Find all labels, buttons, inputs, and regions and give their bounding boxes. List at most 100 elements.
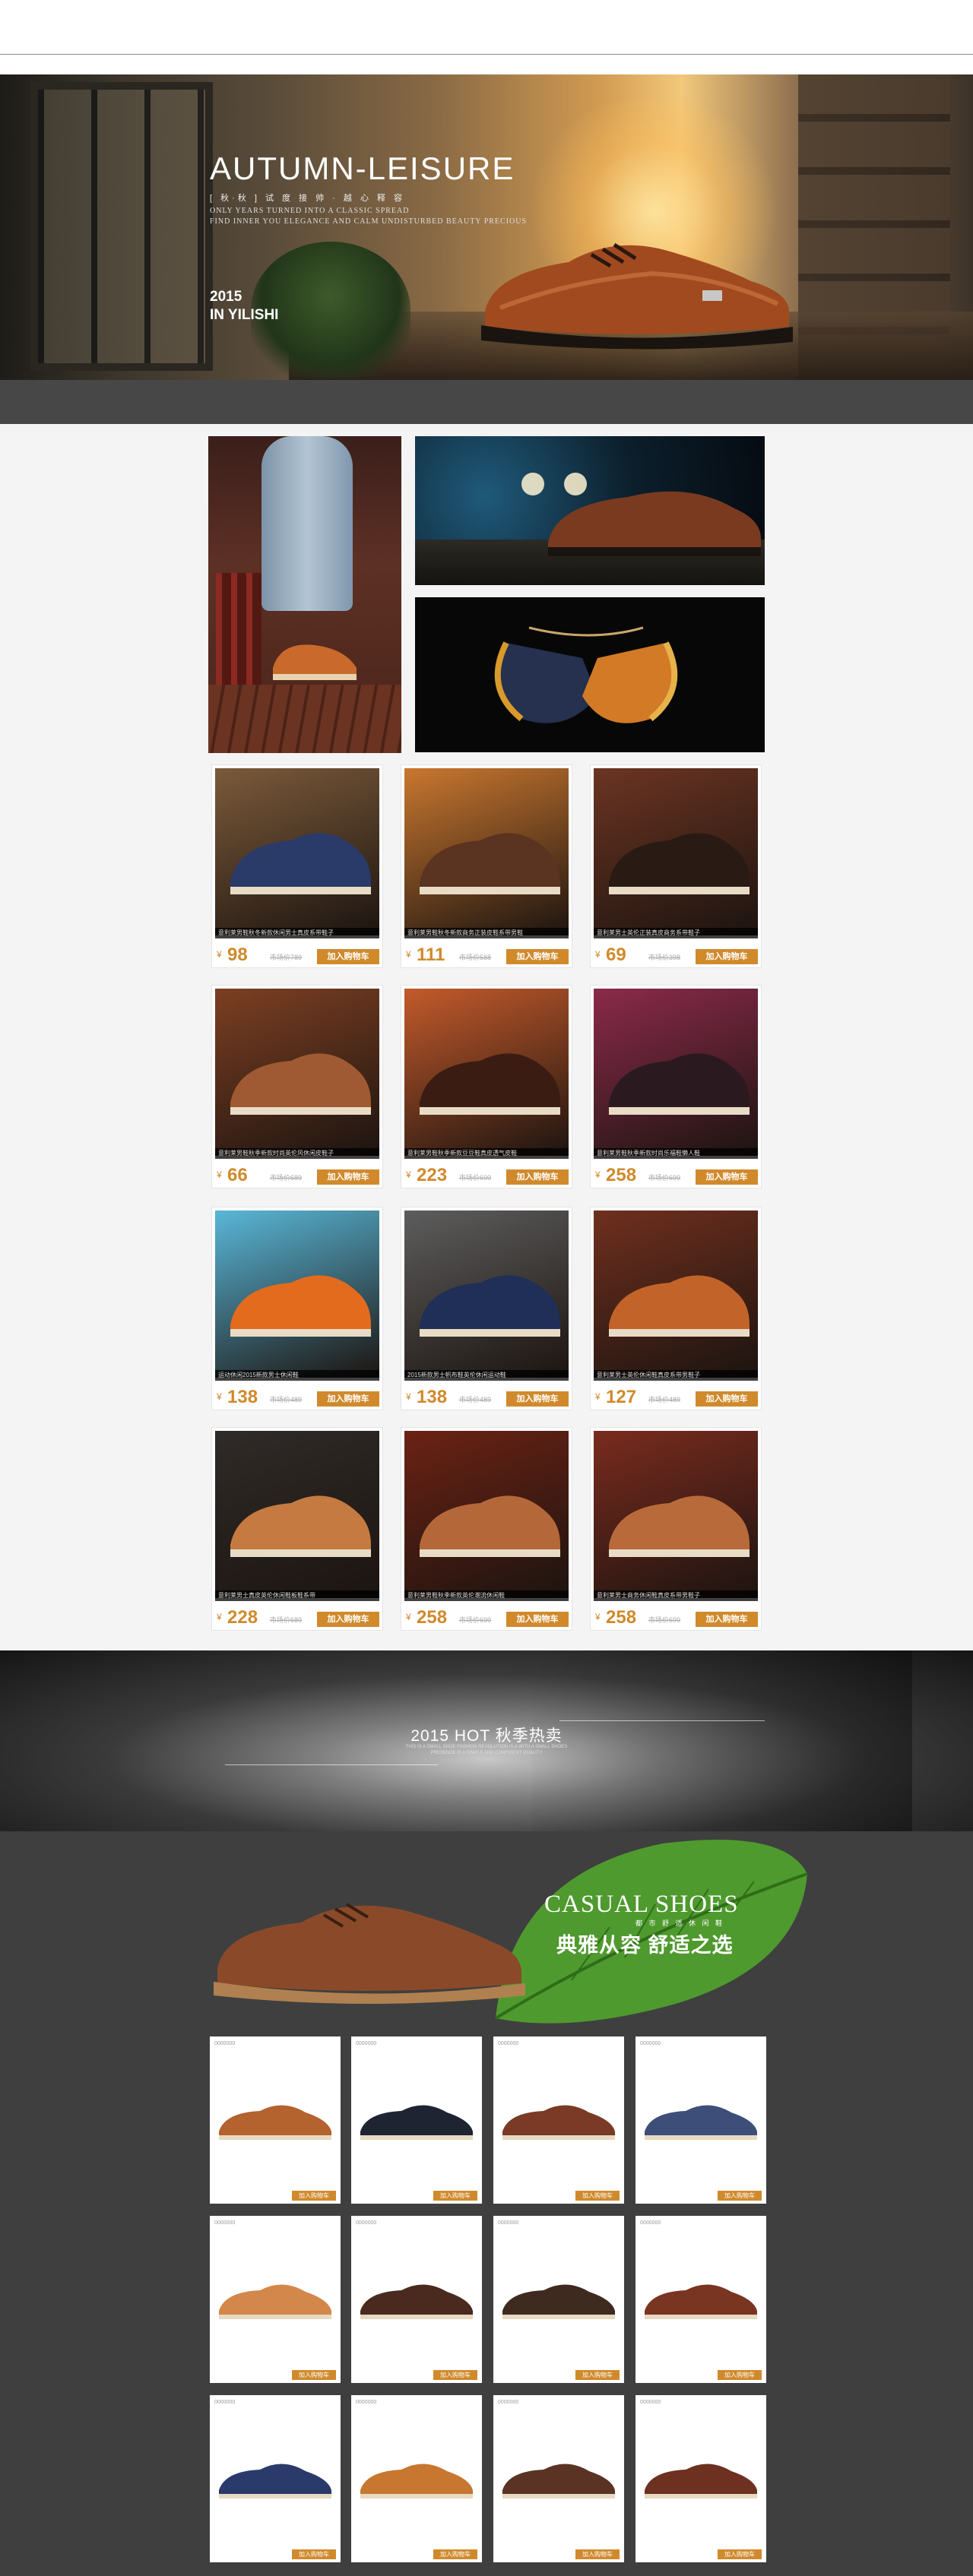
add-to-cart-button[interactable]: 加入购物车	[506, 1612, 569, 1627]
product-image[interactable]	[404, 768, 569, 935]
add-to-cart-button[interactable]: 加入购物车	[696, 1169, 758, 1185]
tile-shoe-image[interactable]	[356, 2269, 477, 2330]
casual-shoe-tile[interactable]: 0000000 加入购物车	[210, 2036, 341, 2204]
casual-shoe-tile[interactable]: 0000000 加入购物车	[493, 2216, 624, 2383]
add-to-cart-button[interactable]: 加入购物车	[575, 2549, 620, 2559]
product-card[interactable]: 意利莱男鞋秋季新款英伦潮流休闲鞋 ¥258 市场价699 加入购物车	[401, 1427, 572, 1631]
photo-shoes-pair	[494, 626, 678, 723]
product-card[interactable]: 意利莱男士英伦休闲鞋真皮系带男鞋子 ¥127 市场价489 加入购物车	[590, 1207, 762, 1410]
product-price: 258	[606, 1607, 637, 1628]
add-to-cart-button[interactable]: 加入购物车	[292, 2191, 336, 2201]
product-card[interactable]: 意利莱男士真皮英伦休闲鞋板鞋系带 ¥228 市场价689 加入购物车	[211, 1427, 383, 1631]
product-card[interactable]: 意利莱男鞋秋冬新款商务正装皮鞋系带男鞋 ¥111 市场价588 加入购物车	[401, 764, 572, 968]
product-image[interactable]	[594, 768, 758, 935]
hot-sale-title: 2015 HOT 秋季热卖	[410, 1727, 563, 1745]
add-to-cart-button[interactable]: 加入购物车	[506, 949, 569, 964]
market-price: 市场价689	[270, 1174, 303, 1182]
product-price: 98	[227, 945, 248, 965]
add-to-cart-button[interactable]: 加入购物车	[718, 2191, 762, 2201]
tile-shoe-image[interactable]	[640, 2269, 762, 2330]
product-price: 111	[417, 945, 445, 965]
product-card[interactable]: 运动休闲2015新款男士休闲鞋 ¥138 市场价489 加入购物车	[211, 1207, 383, 1410]
casual-shoe-tile[interactable]: 0000000 加入购物车	[351, 2395, 482, 2562]
tile-shoe-image[interactable]	[498, 2448, 620, 2509]
casual-shoe-tile[interactable]: 0000000 加入购物车	[635, 2036, 766, 2204]
currency-symbol: ¥	[217, 1391, 222, 1402]
add-to-cart-button[interactable]: 加入购物车	[696, 949, 758, 964]
top-bar	[0, 0, 973, 55]
tile-shoe-image[interactable]	[640, 2448, 762, 2509]
add-to-cart-button[interactable]: 加入购物车	[433, 2191, 477, 2201]
casual-shoe-tile[interactable]: 0000000 加入购物车	[210, 2216, 341, 2383]
casual-shoe-tile[interactable]: 0000000 加入购物车	[351, 2216, 482, 2383]
tile-shoe-image[interactable]	[214, 2090, 336, 2150]
casual-shoe-tile[interactable]: 0000000 加入购物车	[493, 2036, 624, 2204]
casual-shoe-tile[interactable]: 0000000 加入购物车	[351, 2036, 482, 2204]
product-image[interactable]	[404, 1210, 569, 1378]
hot-sale-subline-2: PRESENCE IS A SIMPLE AND CONFIDENT QUALI…	[430, 1751, 543, 1755]
add-to-cart-button[interactable]: 加入购物车	[292, 2370, 336, 2380]
casual-shoe-tile[interactable]: 0000000 加入购物车	[635, 2395, 766, 2562]
add-to-cart-button[interactable]: 加入购物车	[696, 1391, 758, 1407]
product-caption: 意利莱男鞋秋冬新款商务正装皮鞋系带男鞋	[404, 928, 569, 938]
lifestyle-photo-legs	[208, 436, 401, 753]
product-shoe-photo	[420, 833, 560, 894]
product-shoe-photo	[420, 1495, 560, 1557]
add-to-cart-button[interactable]: 加入购物车	[317, 1169, 379, 1185]
product-price: 138	[227, 1387, 258, 1407]
casual-shoe-tile[interactable]: 0000000 加入购物车	[210, 2395, 341, 2562]
add-to-cart-button[interactable]: 加入购物车	[292, 2549, 336, 2559]
hero-brand: IN YILISHI	[210, 307, 279, 323]
product-image[interactable]	[594, 989, 758, 1156]
currency-symbol: ¥	[406, 1169, 411, 1180]
add-to-cart-button[interactable]: 加入购物车	[317, 1612, 379, 1627]
product-card[interactable]: 意利莱男鞋秋季新款时尚乐福鞋懒人鞋 ¥258 市场价699 加入购物车	[590, 985, 762, 1188]
product-image[interactable]	[215, 1431, 379, 1598]
add-to-cart-button[interactable]: 加入购物车	[317, 1391, 379, 1407]
add-to-cart-button[interactable]: 加入购物车	[718, 2549, 762, 2559]
tile-shoe-image[interactable]	[356, 2090, 477, 2150]
casual-shoe-tile[interactable]: 0000000 加入购物车	[493, 2395, 624, 2562]
product-card[interactable]: 意利莱男鞋秋季新款时尚英伦风休闲皮鞋子 ¥66 市场价689 加入购物车	[211, 985, 383, 1188]
tile-shoe-image[interactable]	[214, 2448, 336, 2509]
product-shoe-photo	[609, 1053, 750, 1115]
product-card[interactable]: 意利莱男鞋秋季新款豆豆鞋真皮透气皮鞋 ¥223 市场价699 加入购物车	[401, 985, 572, 1188]
add-to-cart-button[interactable]: 加入购物车	[506, 1391, 569, 1407]
add-to-cart-button[interactable]: 加入购物车	[575, 2191, 620, 2201]
product-card[interactable]: 意利莱男士英伦正装真皮商务系带鞋子 ¥69 市场价398 加入购物车	[590, 764, 762, 968]
product-image[interactable]	[594, 1210, 758, 1378]
product-image[interactable]	[594, 1431, 758, 1598]
product-price: 127	[606, 1387, 637, 1407]
add-to-cart-button[interactable]: 加入购物车	[696, 1612, 758, 1627]
tile-shoe-image[interactable]	[498, 2269, 620, 2330]
tile-shoe-image[interactable]	[356, 2448, 477, 2509]
add-to-cart-button[interactable]: 加入购物车	[433, 2549, 477, 2559]
product-card[interactable]: 意利莱男鞋秋冬新款休闲男士真皮系带鞋子 ¥98 市场价789 加入购物车	[211, 764, 383, 968]
tile-code: 0000000	[356, 2220, 377, 2226]
product-image[interactable]	[215, 1210, 379, 1378]
tile-shoe-image[interactable]	[498, 2090, 620, 2150]
product-price: 223	[417, 1165, 448, 1185]
product-caption: 意利莱男鞋秋季新款豆豆鞋真皮透气皮鞋	[404, 1148, 569, 1159]
add-to-cart-button[interactable]: 加入购物车	[718, 2370, 762, 2380]
hero-subline-1: ONLY YEARS TURNED INTO A CLASSIC SPREAD	[210, 207, 410, 215]
add-to-cart-button[interactable]: 加入购物车	[506, 1169, 569, 1185]
currency-symbol: ¥	[217, 1612, 222, 1622]
product-caption: 意利莱男士商务休闲鞋真皮系带男鞋子	[594, 1590, 758, 1601]
product-card[interactable]: 意利莱男士商务休闲鞋真皮系带男鞋子 ¥258 市场价699 加入购物车	[590, 1427, 762, 1631]
currency-symbol: ¥	[595, 1391, 601, 1402]
product-image[interactable]	[215, 768, 379, 935]
product-image[interactable]	[404, 989, 569, 1156]
add-to-cart-button[interactable]: 加入购物车	[433, 2370, 477, 2380]
banner-rule-right	[559, 1720, 765, 1721]
product-image[interactable]	[404, 1431, 569, 1598]
product-caption: 意利莱男鞋秋季新款时尚英伦风休闲皮鞋子	[215, 1148, 379, 1159]
tile-shoe-image[interactable]	[214, 2269, 336, 2330]
product-card[interactable]: 2015新款男士帆布鞋英伦休闲运动鞋 ¥138 市场价489 加入购物车	[401, 1207, 572, 1410]
product-caption: 意利莱男鞋秋季新款英伦潮流休闲鞋	[404, 1590, 569, 1601]
add-to-cart-button[interactable]: 加入购物车	[317, 949, 379, 964]
tile-shoe-image[interactable]	[640, 2090, 762, 2150]
add-to-cart-button[interactable]: 加入购物车	[575, 2370, 620, 2380]
product-image[interactable]	[215, 989, 379, 1156]
casual-shoe-tile[interactable]: 0000000 加入购物车	[635, 2216, 766, 2383]
